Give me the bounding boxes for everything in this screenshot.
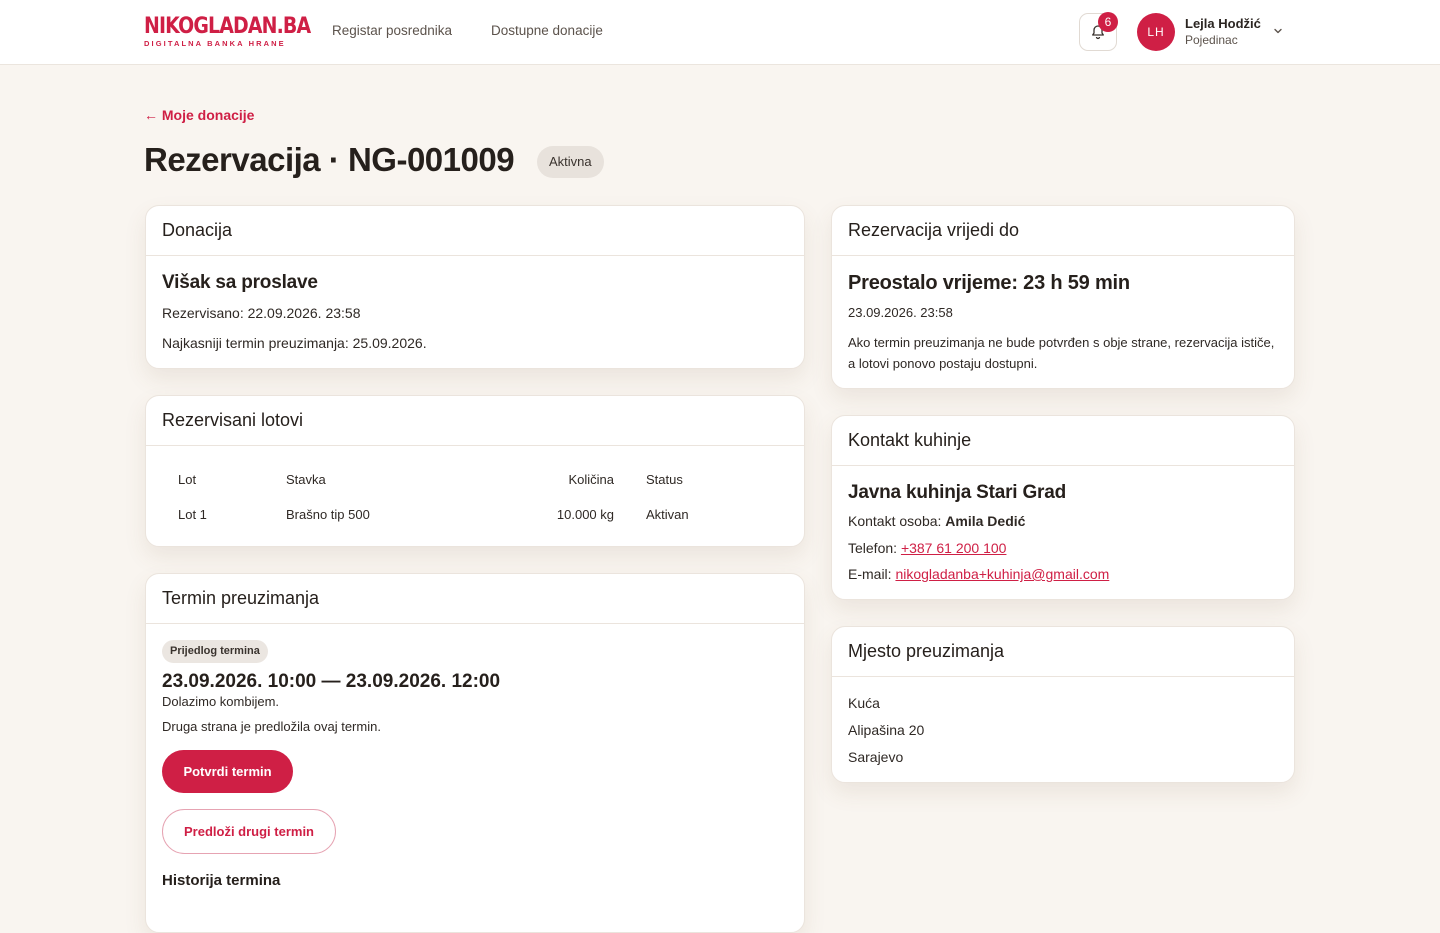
phone-label: Telefon:	[848, 540, 901, 556]
table-header-row: Lot Stavka Količina Status	[162, 462, 790, 496]
expiry-note: Ako termin preuzimanja ne bude potvrđen …	[848, 335, 1275, 371]
user-role: Pojedinac	[1185, 33, 1238, 47]
reservation-valid-until-card: Rezervacija vrijedi do Preostalo vrijeme…	[831, 205, 1295, 389]
chevron-down-icon[interactable]	[1272, 25, 1284, 37]
location-line-2: Alipašina 20	[848, 722, 925, 738]
valid-until-heading: Rezervacija vrijedi do	[832, 206, 1294, 256]
phone-line: Telefon: +387 61 200 100	[848, 540, 1006, 556]
term-range: 23.09.2026. 10:00 — 23.09.2026. 12:00	[162, 671, 501, 692]
table-row: Lot 1 Brašno tip 500 10.000 kg Aktivan	[162, 496, 790, 532]
cell-status: Aktivan	[646, 506, 689, 522]
email-link[interactable]: nikogladanba+kuhinja@gmail.com	[895, 566, 1109, 582]
nav-registar-posrednika[interactable]: Registar posrednika	[332, 23, 452, 38]
site-logo[interactable]: NIKOGLADAN.BA DIGITALNA BANKA HRANE	[144, 14, 311, 49]
logo-wordmark: NIKOGLADAN.BA	[144, 14, 311, 39]
valid-until-date: 23.09.2026. 23:58	[848, 305, 953, 320]
cell-kolicina: 10.000 kg	[556, 506, 614, 522]
notifications-count-badge: 6	[1098, 12, 1118, 32]
confirm-term-button[interactable]: Potvrdi termin	[162, 750, 293, 793]
contact-person-name: Amila Dedić	[945, 513, 1026, 529]
phone-link[interactable]: +387 61 200 100	[901, 540, 1007, 556]
avatar[interactable]: LH	[1137, 13, 1175, 51]
reserved-lots-heading: Rezervisani lotovi	[146, 396, 804, 446]
remaining-time: Preostalo vrijeme: 23 h 59 min	[848, 272, 1130, 294]
page-title: Rezervacija · NG-001009	[144, 141, 515, 178]
reserved-at: Rezervisano: 22.09.2026. 23:58	[162, 305, 361, 321]
cell-lot: Lot 1	[178, 506, 207, 522]
pickup-deadline: Najkasniji termin preuzimanja: 25.09.202…	[162, 335, 427, 351]
term-note: Dolazimo kombijem.	[162, 694, 280, 709]
email-line: E-mail: nikogladanba+kuhinja@gmail.com	[848, 566, 1109, 582]
term-history-title: Historija termina	[162, 872, 281, 889]
pickup-location-heading: Mjesto preuzimanja	[832, 627, 1294, 677]
term-proposal-tag: Prijedlog termina	[162, 640, 268, 663]
pickup-term-card: Termin preuzimanja Prijedlog termina 23.…	[145, 573, 805, 933]
logo-tagline: DIGITALNA BANKA HRANE	[144, 39, 286, 48]
term-proposed-by-note: Druga strana je predložila ovaj termin.	[162, 719, 381, 734]
pickup-term-heading: Termin preuzimanja	[146, 574, 804, 624]
cell-stavka: Brašno tip 500	[286, 506, 370, 522]
top-navigation-bar: NIKOGLADAN.BA DIGITALNA BANKA HRANE Regi…	[0, 0, 1440, 65]
back-to-my-donations-link[interactable]: ← Moje donacije	[144, 107, 254, 123]
kitchen-contact-heading: Kontakt kuhinje	[832, 416, 1294, 466]
column-header-status: Status	[646, 471, 683, 487]
user-name[interactable]: Lejla Hodžić	[1185, 16, 1261, 31]
location-line-1: Kuća	[848, 695, 880, 711]
donation-card-heading: Donacija	[146, 206, 804, 256]
column-header-lot: Lot	[178, 471, 197, 487]
contact-person-label: Kontakt osoba:	[848, 513, 946, 529]
propose-other-term-button[interactable]: Predloži drugi termin	[162, 809, 336, 854]
location-line-3: Sarajevo	[848, 749, 904, 765]
status-badge: Aktivna	[537, 146, 604, 178]
donation-title: Višak sa proslave	[162, 272, 318, 293]
kitchen-name: Javna kuhinja Stari Grad	[848, 482, 1067, 503]
kitchen-contact-card: Kontakt kuhinje Javna kuhinja Stari Grad…	[831, 415, 1295, 600]
donation-card: Donacija Višak sa proslave Rezervisano: …	[145, 205, 805, 369]
contact-person-line: Kontakt osoba: Amila Dedić	[848, 513, 1025, 529]
email-label: E-mail:	[848, 566, 896, 582]
lots-table: Lot Stavka Količina Status Lot 1 Brašno …	[162, 462, 790, 532]
column-header-stavka: Stavka	[286, 471, 326, 487]
column-header-kolicina: Količina	[568, 471, 614, 487]
reserved-lots-card: Rezervisani lotovi Lot Stavka Količina S…	[145, 395, 805, 547]
nav-dostupne-donacije[interactable]: Dostupne donacije	[491, 23, 603, 38]
pickup-location-card: Mjesto preuzimanja Kuća Alipašina 20 Sar…	[831, 626, 1295, 783]
